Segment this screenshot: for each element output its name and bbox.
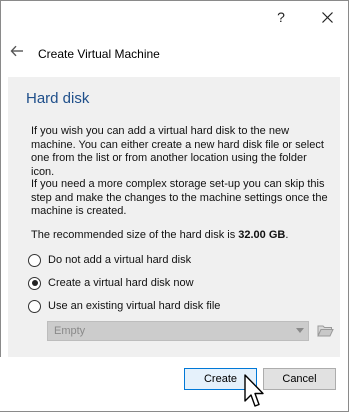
storage-note-paragraph: If you need a more complex storage set-u…	[31, 178, 328, 217]
close-icon	[321, 11, 333, 23]
recommended-size-text: The recommended size of the hard disk is…	[31, 229, 331, 241]
radio-existing-disk[interactable]	[28, 299, 41, 313]
option-existing-disk-label: Use an existing virtual hard disk file	[48, 300, 221, 312]
disk-file-select[interactable]: Empty	[47, 321, 309, 341]
option-create-disk-label: Create a virtual hard disk now	[48, 277, 194, 289]
question-icon: ?	[277, 9, 285, 25]
recommended-size-suffix: .	[285, 229, 289, 241]
cancel-button[interactable]: Cancel	[263, 368, 336, 390]
choose-disk-file-button[interactable]	[315, 321, 335, 341]
mouse-pointer-icon	[244, 374, 264, 407]
option-no-disk-label: Do not add a virtual hard disk	[48, 254, 192, 266]
option-no-disk[interactable]: Do not add a virtual hard disk	[28, 252, 191, 268]
recommended-size-value: 32.00 GB	[238, 229, 286, 241]
close-button[interactable]	[307, 1, 347, 33]
back-button[interactable]	[7, 41, 27, 61]
option-existing-disk[interactable]: Use an existing virtual hard disk file	[28, 298, 220, 314]
disk-file-select-value: Empty	[54, 325, 86, 337]
wizard-title: Create Virtual Machine	[38, 47, 160, 61]
description-paragraph: If you wish you can add a virtual hard d…	[31, 125, 324, 178]
radio-no-disk[interactable]	[28, 253, 41, 267]
option-create-disk[interactable]: Create a virtual hard disk now	[28, 275, 194, 291]
recommended-size-prefix: The recommended size of the hard disk is	[31, 229, 239, 241]
radio-create-disk[interactable]	[28, 276, 41, 290]
arrow-left-icon	[10, 45, 23, 57]
title-bar: ?	[1, 1, 348, 33]
page-title: Hard disk	[26, 90, 90, 107]
help-button[interactable]: ?	[261, 1, 301, 33]
chevron-down-icon	[296, 328, 304, 333]
wizard-header: Create Virtual Machine	[1, 37, 348, 67]
folder-open-icon	[316, 325, 334, 337]
